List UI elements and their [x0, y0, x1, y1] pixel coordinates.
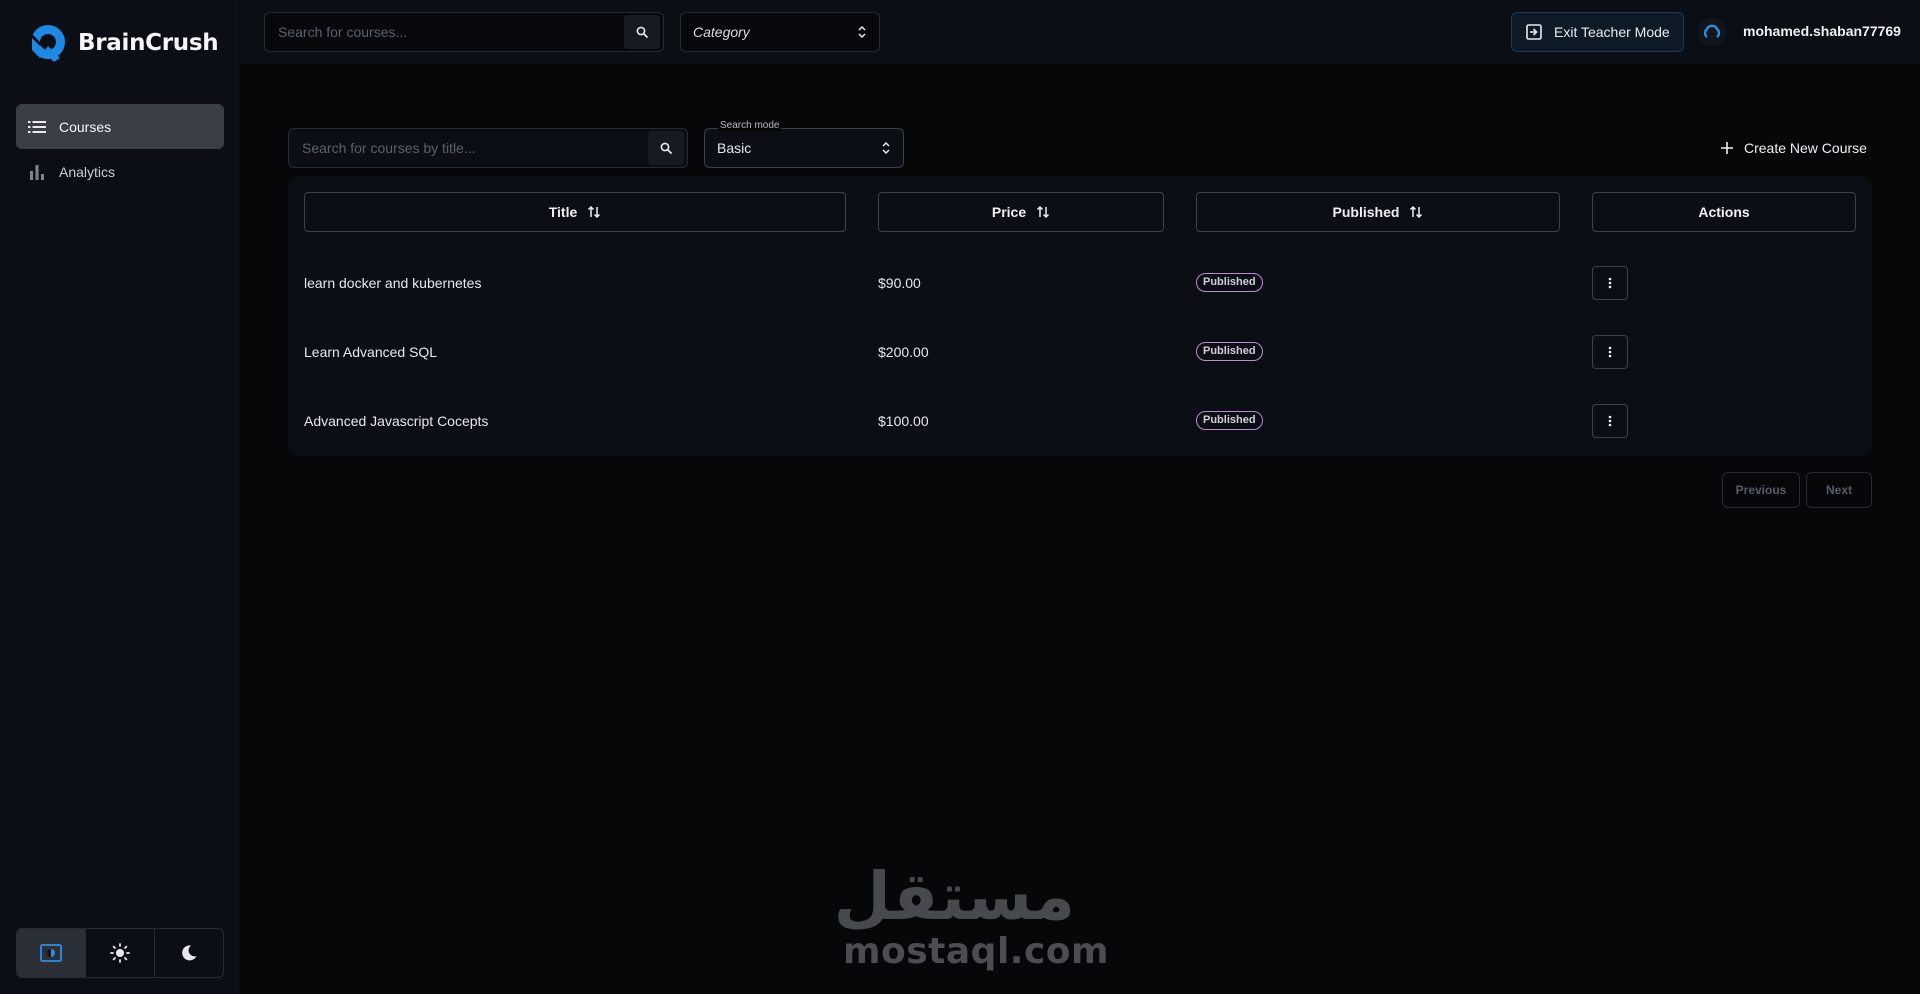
- sidebar-item-label: Courses: [59, 118, 112, 135]
- cell-title: Learn Advanced SQL: [304, 343, 438, 360]
- column-header-price[interactable]: Price: [878, 192, 1164, 232]
- braincrush-logo-icon: [30, 25, 65, 62]
- cell-price: $200.00: [878, 343, 929, 360]
- moon-icon: [182, 945, 197, 961]
- table-row[interactable]: learn docker and kubernetes $90.00 Publi…: [288, 248, 1872, 317]
- status-badge: Published: [1196, 273, 1263, 292]
- pagination: Previous Next: [0, 472, 1920, 508]
- user-avatar-icon: [1704, 24, 1720, 38]
- row-actions-button[interactable]: [1592, 265, 1628, 300]
- list-icon: [27, 117, 47, 137]
- category-select[interactable]: Category: [680, 12, 880, 52]
- cell-published: Published: [1196, 386, 1263, 455]
- chevron-up-down-icon: [858, 25, 866, 39]
- column-header-label: Actions: [1698, 204, 1750, 220]
- chevron-up-down-icon: [882, 141, 890, 155]
- category-select-value: Category: [693, 24, 750, 40]
- search-mode-select[interactable]: Basic: [704, 128, 904, 168]
- watermark-arabic: مستقل: [833, 858, 1075, 935]
- course-search-input[interactable]: [265, 13, 624, 51]
- cell-title: Advanced Javascript Cocepts: [304, 412, 489, 429]
- exit-teacher-mode-button[interactable]: Exit Teacher Mode: [1511, 12, 1684, 52]
- top-search-button[interactable]: [624, 15, 660, 49]
- search-mode-value: Basic: [717, 140, 752, 156]
- sidebar-item-analytics[interactable]: Analytics: [16, 149, 224, 194]
- theme-system-button[interactable]: [17, 929, 86, 977]
- theme-switch: [16, 928, 224, 978]
- watermark-latin: mostaql.com: [843, 931, 1110, 972]
- brand-name: BrainCrush: [78, 30, 219, 56]
- brand[interactable]: BrainCrush: [26, 22, 219, 64]
- exit-teacher-mode-label: Exit Teacher Mode: [1554, 24, 1670, 40]
- sort-icon: [1410, 205, 1423, 219]
- column-header-label: Price: [991, 204, 1027, 220]
- cell-actions: [1592, 248, 1628, 317]
- row-actions-button[interactable]: [1592, 403, 1628, 438]
- sun-icon: [110, 943, 130, 963]
- cell-price: $90.00: [878, 274, 921, 291]
- search-icon: [636, 26, 648, 38]
- username[interactable]: mohamed.shaban77769: [1743, 23, 1901, 39]
- previous-page-button[interactable]: Previous: [1722, 472, 1800, 508]
- status-badge: Published: [1196, 411, 1263, 430]
- column-header-label: Published: [1332, 204, 1400, 220]
- sidebar-item-label: Analytics: [59, 163, 116, 180]
- topbar: Category Exit Teacher Mode mohamed.shaba…: [240, 0, 1920, 64]
- more-vertical-icon: [1608, 415, 1612, 426]
- table-row[interactable]: Advanced Javascript Cocepts $100.00 Publ…: [288, 386, 1872, 455]
- column-header-label: Title: [548, 204, 578, 220]
- sidebar-item-courses[interactable]: Courses: [16, 104, 224, 149]
- top-search-box: [264, 12, 664, 52]
- create-course-button[interactable]: Create New Course: [1712, 128, 1872, 168]
- sidebar-nav: Courses Analytics: [16, 104, 224, 194]
- search-icon: [660, 142, 672, 154]
- cell-published: Published: [1196, 317, 1263, 386]
- courses-table: Title Price Published Actions learn dock…: [288, 176, 1872, 456]
- table-row[interactable]: Learn Advanced SQL $200.00 Published: [288, 317, 1872, 386]
- plus-icon: [1721, 142, 1733, 154]
- cell-actions: [1592, 386, 1628, 455]
- theme-dark-button[interactable]: [155, 929, 223, 977]
- cell-price: $100.00: [878, 412, 929, 429]
- column-header-published[interactable]: Published: [1196, 192, 1560, 232]
- title-search-input[interactable]: [289, 129, 648, 167]
- next-page-button[interactable]: Next: [1806, 472, 1872, 508]
- sort-icon: [588, 205, 601, 219]
- more-vertical-icon: [1608, 346, 1612, 357]
- system-theme-icon: [40, 944, 62, 962]
- row-actions-button[interactable]: [1592, 334, 1628, 369]
- avatar[interactable]: [1698, 18, 1726, 46]
- watermark: مستقل mostaql.com: [833, 858, 1110, 974]
- title-search-button[interactable]: [648, 131, 684, 165]
- column-header-title[interactable]: Title: [304, 192, 846, 232]
- cell-title: learn docker and kubernetes: [304, 274, 482, 291]
- create-course-label: Create New Course: [1744, 140, 1867, 156]
- more-vertical-icon: [1608, 277, 1612, 288]
- sort-icon: [1037, 205, 1050, 219]
- app-root: BrainCrush Courses Analytics Search for …: [0, 0, 1920, 994]
- column-header-actions: Actions: [1592, 192, 1856, 232]
- status-badge: Published: [1196, 342, 1263, 361]
- cell-published: Published: [1196, 248, 1263, 317]
- exit-icon: [1526, 24, 1542, 40]
- search-mode-label: Search mode: [718, 120, 782, 131]
- bar-chart-icon: [27, 162, 47, 182]
- title-search-box: [288, 128, 688, 168]
- cell-actions: [1592, 317, 1628, 386]
- theme-light-button[interactable]: [86, 929, 155, 977]
